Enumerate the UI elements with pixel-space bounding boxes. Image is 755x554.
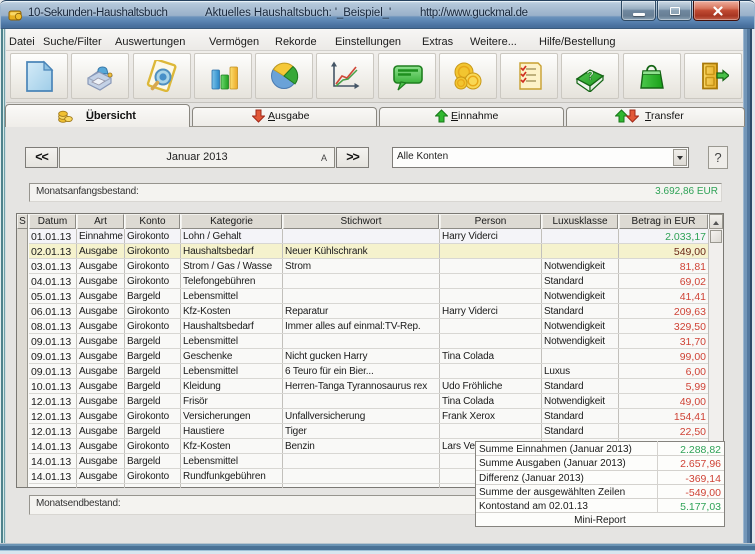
- svg-text:?: ?: [586, 68, 595, 84]
